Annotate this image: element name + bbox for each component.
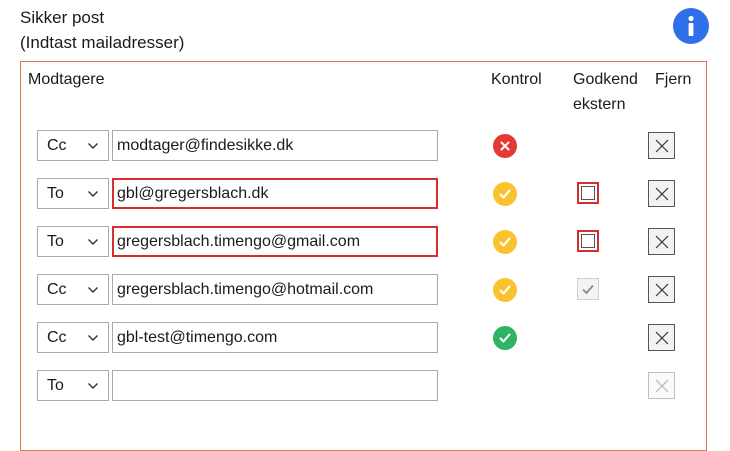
recipient-type-value: To [47,233,64,250]
recipient-row: Cc gregersblach.timengo@hotmail.com [37,274,687,308]
recipient-type-select[interactable]: Cc [37,130,109,161]
email-field[interactable]: gbl-test@timengo.com [112,322,438,353]
close-icon [655,331,668,344]
recipient-type-value: Cc [47,329,67,346]
chevron-down-icon [86,323,100,352]
checkmark-icon [582,284,594,295]
recipient-row: To [37,370,687,404]
chevron-down-icon [86,179,100,208]
ok-status-icon [493,326,517,350]
email-field[interactable]: gregersblach.timengo@gmail.com [112,226,438,257]
recipient-row: Cc gbl-test@timengo.com [37,322,687,356]
close-icon [655,235,668,248]
recipient-type-value: To [47,185,64,202]
header-recipients: Modtagere [28,71,105,88]
recipient-row: To gregersblach.timengo@gmail.com [37,226,687,260]
remove-button[interactable] [648,228,675,255]
remove-button [648,372,675,399]
remove-button[interactable] [648,276,675,303]
warning-status-icon [493,278,517,302]
remove-button[interactable] [648,324,675,351]
recipient-type-value: To [47,377,64,394]
close-icon [655,283,668,296]
recipient-row: Cc modtager@findesikke.dk [37,130,687,164]
header-remove: Fjern [655,71,692,88]
info-button[interactable] [673,8,709,44]
recipient-type-select[interactable]: Cc [37,322,109,353]
recipient-type-value: Cc [47,137,67,154]
recipient-type-select[interactable]: Cc [37,274,109,305]
recipient-row: To gbl@gregersblach.dk [37,178,687,212]
header-approve-line2: ekstern [573,96,626,113]
recipient-type-select[interactable]: To [37,370,109,401]
email-field[interactable]: gregersblach.timengo@hotmail.com [112,274,438,305]
email-field[interactable]: modtager@findesikke.dk [112,130,438,161]
email-field[interactable] [112,370,438,401]
approve-external-checkbox[interactable] [577,230,599,252]
email-field[interactable]: gbl@gregersblach.dk [112,178,438,209]
warning-status-icon [493,230,517,254]
approve-external-checkbox [577,278,599,300]
approve-external-checkbox[interactable] [577,182,599,204]
close-icon [655,187,668,200]
chevron-down-icon [86,131,100,160]
title-line-1: Sikker post [20,8,105,27]
remove-button[interactable] [648,180,675,207]
title-line-2: (Indtast mailadresser) [20,33,185,52]
info-icon [688,15,694,36]
recipient-type-select[interactable]: To [37,178,109,209]
chevron-down-icon [86,275,100,304]
warning-status-icon [493,182,517,206]
chevron-down-icon [86,371,100,400]
chevron-down-icon [86,227,100,256]
close-icon [655,379,668,392]
header-approve-line1: Godkend [573,71,638,88]
header-control: Kontrol [491,71,542,88]
close-icon [655,139,668,152]
recipient-type-value: Cc [47,281,67,298]
recipient-type-select[interactable]: To [37,226,109,257]
error-status-icon [493,134,517,158]
remove-button[interactable] [648,132,675,159]
